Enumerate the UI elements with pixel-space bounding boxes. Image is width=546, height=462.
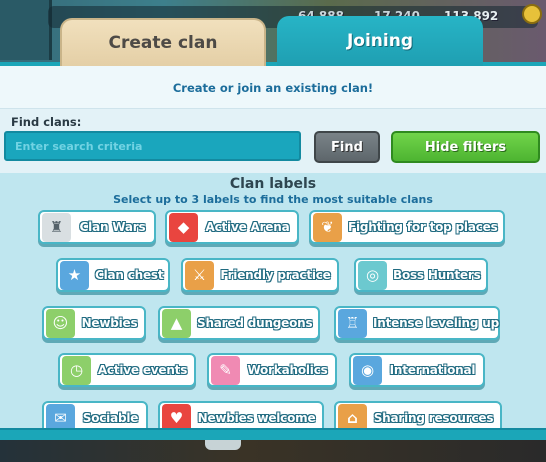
castle-tower-icon: ♜: [42, 212, 71, 242]
label-clan-wars[interactable]: ♜ Clan Wars: [38, 210, 156, 244]
label-workaholics[interactable]: ✎ Workaholics: [207, 353, 337, 387]
label-text: Fighting for top places: [348, 220, 498, 234]
label-text: Clan chest: [95, 268, 164, 282]
label-boss-hunters[interactable]: ◎ Boss Hunters: [354, 258, 488, 292]
globe-icon: ◉: [353, 355, 382, 385]
laurel-wreath-icon: ❦: [313, 212, 342, 242]
label-clan-chest[interactable]: ★ Clan chest: [56, 258, 170, 292]
tab-create-clan[interactable]: Create clan: [60, 18, 266, 66]
label-text: Sharing resources: [373, 411, 494, 425]
label-newbies[interactable]: ☺ Newbies: [42, 306, 146, 340]
label-text: Friendly practice: [220, 268, 331, 282]
label-fighting-for-top-places[interactable]: ❦ Fighting for top places: [309, 210, 505, 244]
dialog-subtitle: Create or join an existing clan!: [172, 81, 374, 95]
label-shared-dungeons[interactable]: ▲ Shared dungeons: [158, 306, 320, 340]
clan-labels-hint: Select up to 3 labels to find the most s…: [113, 193, 433, 206]
label-active-events[interactable]: ◷ Active events: [58, 353, 196, 387]
label-text: Newbies: [81, 316, 138, 330]
label-intense-leveling-up[interactable]: ♖ Intense leveling up: [334, 306, 500, 340]
side-panel-edge: [0, 0, 52, 60]
boss-target-icon: ◎: [358, 260, 387, 290]
label-text: Intense leveling up: [373, 316, 499, 330]
label-text: Sociable: [82, 411, 139, 425]
bottom-tab-handle[interactable]: [205, 440, 241, 450]
star-chest-icon: ★: [60, 260, 89, 290]
coin-icon[interactable]: [522, 4, 542, 24]
label-text: Boss Hunters: [393, 268, 481, 282]
label-text: Newbies welcome: [197, 411, 316, 425]
find-button[interactable]: Find: [314, 131, 380, 163]
game-background-bottom: [0, 440, 546, 462]
label-text: International: [389, 363, 476, 377]
label-text: Clan Wars: [79, 220, 146, 234]
search-input[interactable]: [4, 131, 301, 161]
clan-labels-title: Clan labels: [229, 176, 317, 192]
dialog-bottom-frame: [0, 428, 546, 440]
label-international[interactable]: ◉ International: [349, 353, 485, 387]
label-text: Shared dungeons: [197, 316, 313, 330]
label-text: Active events: [97, 363, 188, 377]
find-clans-label: Find clans:: [11, 115, 82, 129]
crossed-swords-icon: ⚔: [185, 260, 214, 290]
cave-icon: ▲: [162, 308, 191, 338]
label-text: Active Arena: [205, 220, 290, 234]
blue-castle-icon: ♖: [338, 308, 367, 338]
label-friendly-practice[interactable]: ⚔ Friendly practice: [181, 258, 339, 292]
hide-filters-button[interactable]: Hide filters: [391, 131, 540, 163]
label-active-arena[interactable]: ◆ Active Arena: [165, 210, 299, 244]
red-gem-icon: ◆: [169, 212, 198, 242]
tab-joining[interactable]: Joining: [277, 16, 483, 66]
newbie-hero-icon: ☺: [46, 308, 75, 338]
sticky-notes-icon: ✎: [211, 355, 240, 385]
label-text: Workaholics: [247, 363, 328, 377]
event-clock-icon: ◷: [62, 355, 91, 385]
